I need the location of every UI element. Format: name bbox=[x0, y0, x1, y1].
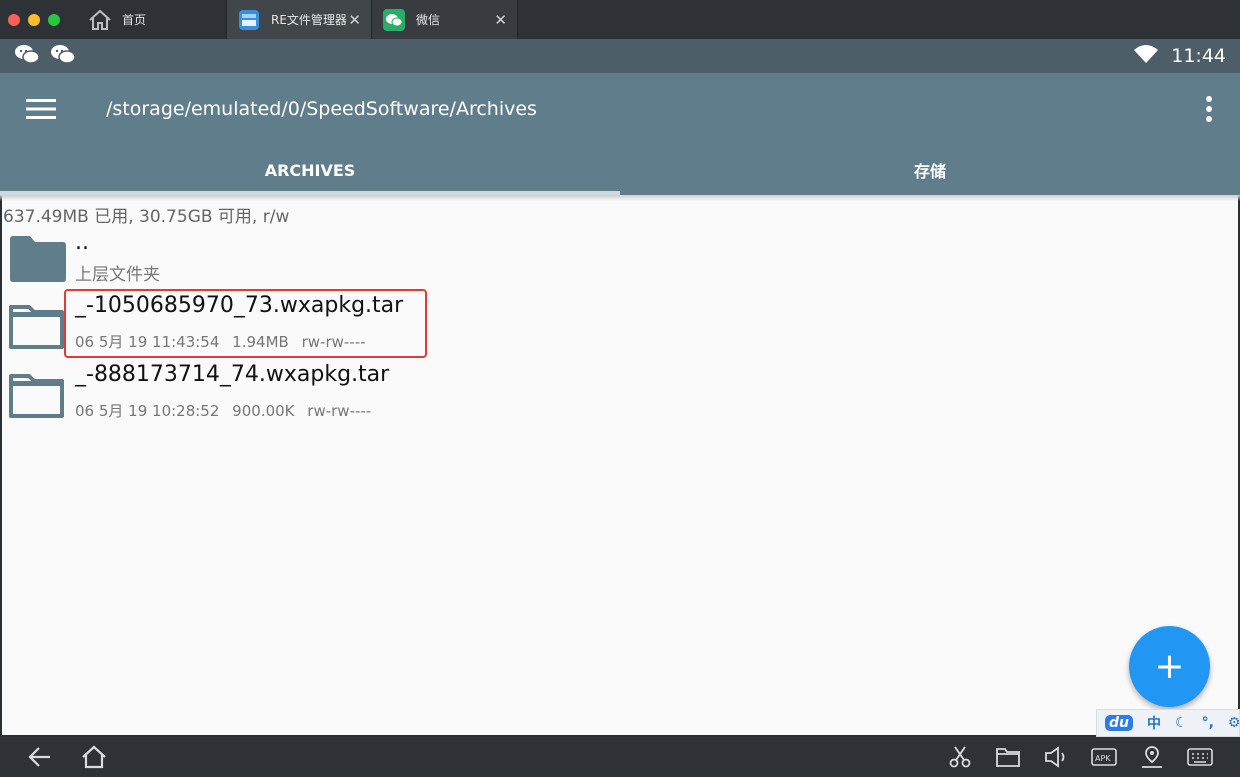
current-path: /storage/emulated/0/SpeedSoftware/Archiv… bbox=[106, 98, 537, 120]
tab-storage[interactable]: 存储 bbox=[620, 145, 1240, 195]
storage-usage: 637.49MB 已用, 30.75GB 可用, r/w bbox=[3, 207, 290, 227]
more-options-icon[interactable] bbox=[1178, 73, 1240, 145]
folder-outline-icon bbox=[8, 372, 66, 424]
emulator-window: 首页 RE文件管理器 ✕ 微信 ✕ 11:44 /storage/emulate… bbox=[0, 0, 1240, 777]
minimize-window-button[interactable] bbox=[28, 13, 40, 26]
file-size: 900.00K bbox=[232, 402, 295, 420]
wifi-icon bbox=[1133, 44, 1159, 69]
list-item-parent-folder[interactable]: .. 上层文件夹 bbox=[2, 230, 1238, 298]
tab-archives[interactable]: ARCHIVES bbox=[0, 145, 620, 195]
file-date: 06 5月 19 10:28:52 bbox=[75, 402, 220, 420]
file-name: .. bbox=[75, 230, 89, 255]
home-icon bbox=[88, 8, 112, 32]
ime-settings-icon[interactable]: ⚙ bbox=[1228, 715, 1240, 731]
tab-shadow bbox=[0, 195, 1240, 201]
input-method-bar: du 中 ☾ °, ⚙ bbox=[1096, 709, 1240, 737]
emulator-nav-bar: APK bbox=[0, 737, 1240, 777]
file-name: _-888173714_74.wxapkg.tar bbox=[75, 362, 390, 387]
ime-mode-toggle[interactable]: 中 bbox=[1147, 713, 1161, 733]
wechat-notification-icon bbox=[14, 43, 40, 69]
folder-filled-icon bbox=[8, 235, 68, 287]
re-file-manager-app-icon bbox=[237, 8, 261, 32]
location-tabs: ARCHIVES 存储 bbox=[0, 145, 1240, 195]
close-tab-icon[interactable]: ✕ bbox=[494, 11, 507, 29]
wechat-notification-icon bbox=[50, 43, 76, 69]
svg-text:APK: APK bbox=[1095, 754, 1111, 763]
file-list-panel: 637.49MB 已用, 30.75GB 可用, r/w .. 上层文件夹 _-… bbox=[0, 195, 1240, 735]
android-status-bar: 11:44 bbox=[0, 39, 1240, 73]
maximize-window-button[interactable] bbox=[48, 13, 60, 26]
close-tab-icon[interactable]: ✕ bbox=[348, 11, 361, 29]
tab-wechat[interactable]: 微信 ✕ bbox=[372, 0, 518, 39]
file-permissions: rw-rw---- bbox=[307, 402, 372, 420]
keyboard-icon[interactable] bbox=[1180, 737, 1220, 777]
tab-home-label: 首页 bbox=[122, 13, 147, 27]
night-mode-icon[interactable]: ☾ bbox=[1175, 715, 1188, 731]
ime-punctuation-toggle[interactable]: °, bbox=[1202, 715, 1214, 731]
parent-folder-subtitle: 上层文件夹 bbox=[75, 265, 160, 285]
folder-icon[interactable] bbox=[988, 737, 1028, 777]
folder-outline-icon bbox=[8, 303, 66, 355]
plus-icon: + bbox=[1154, 646, 1185, 687]
window-controls bbox=[0, 0, 72, 39]
close-window-button[interactable] bbox=[8, 13, 20, 26]
home-nav-icon[interactable] bbox=[74, 737, 114, 777]
scissors-icon[interactable] bbox=[940, 737, 980, 777]
location-icon[interactable] bbox=[1132, 737, 1172, 777]
window-tab-bar: 首页 RE文件管理器 ✕ 微信 ✕ bbox=[0, 0, 1240, 39]
hamburger-menu-icon[interactable] bbox=[0, 73, 82, 145]
back-icon[interactable] bbox=[20, 737, 60, 777]
tab-re-file-manager[interactable]: RE文件管理器 ✕ bbox=[227, 0, 372, 39]
app-toolbar: /storage/emulated/0/SpeedSoftware/Archiv… bbox=[0, 73, 1240, 145]
volume-icon[interactable] bbox=[1036, 737, 1076, 777]
add-fab-button[interactable]: + bbox=[1129, 626, 1210, 707]
baidu-ime-logo[interactable]: du bbox=[1105, 715, 1133, 731]
wechat-app-icon bbox=[382, 8, 406, 32]
status-time: 11:44 bbox=[1171, 45, 1226, 67]
tab-re-file-manager-label: RE文件管理器 bbox=[271, 13, 347, 27]
tab-home[interactable]: 首页 bbox=[72, 0, 227, 39]
tab-wechat-label: 微信 bbox=[416, 13, 441, 27]
apk-install-icon[interactable]: APK bbox=[1084, 737, 1124, 777]
list-item-file[interactable]: _-888173714_74.wxapkg.tar 06 5月 19 10:28… bbox=[2, 362, 1238, 436]
highlight-box bbox=[64, 289, 427, 358]
file-meta: 06 5月 19 10:28:52 900.00K rw-rw---- bbox=[75, 400, 379, 421]
